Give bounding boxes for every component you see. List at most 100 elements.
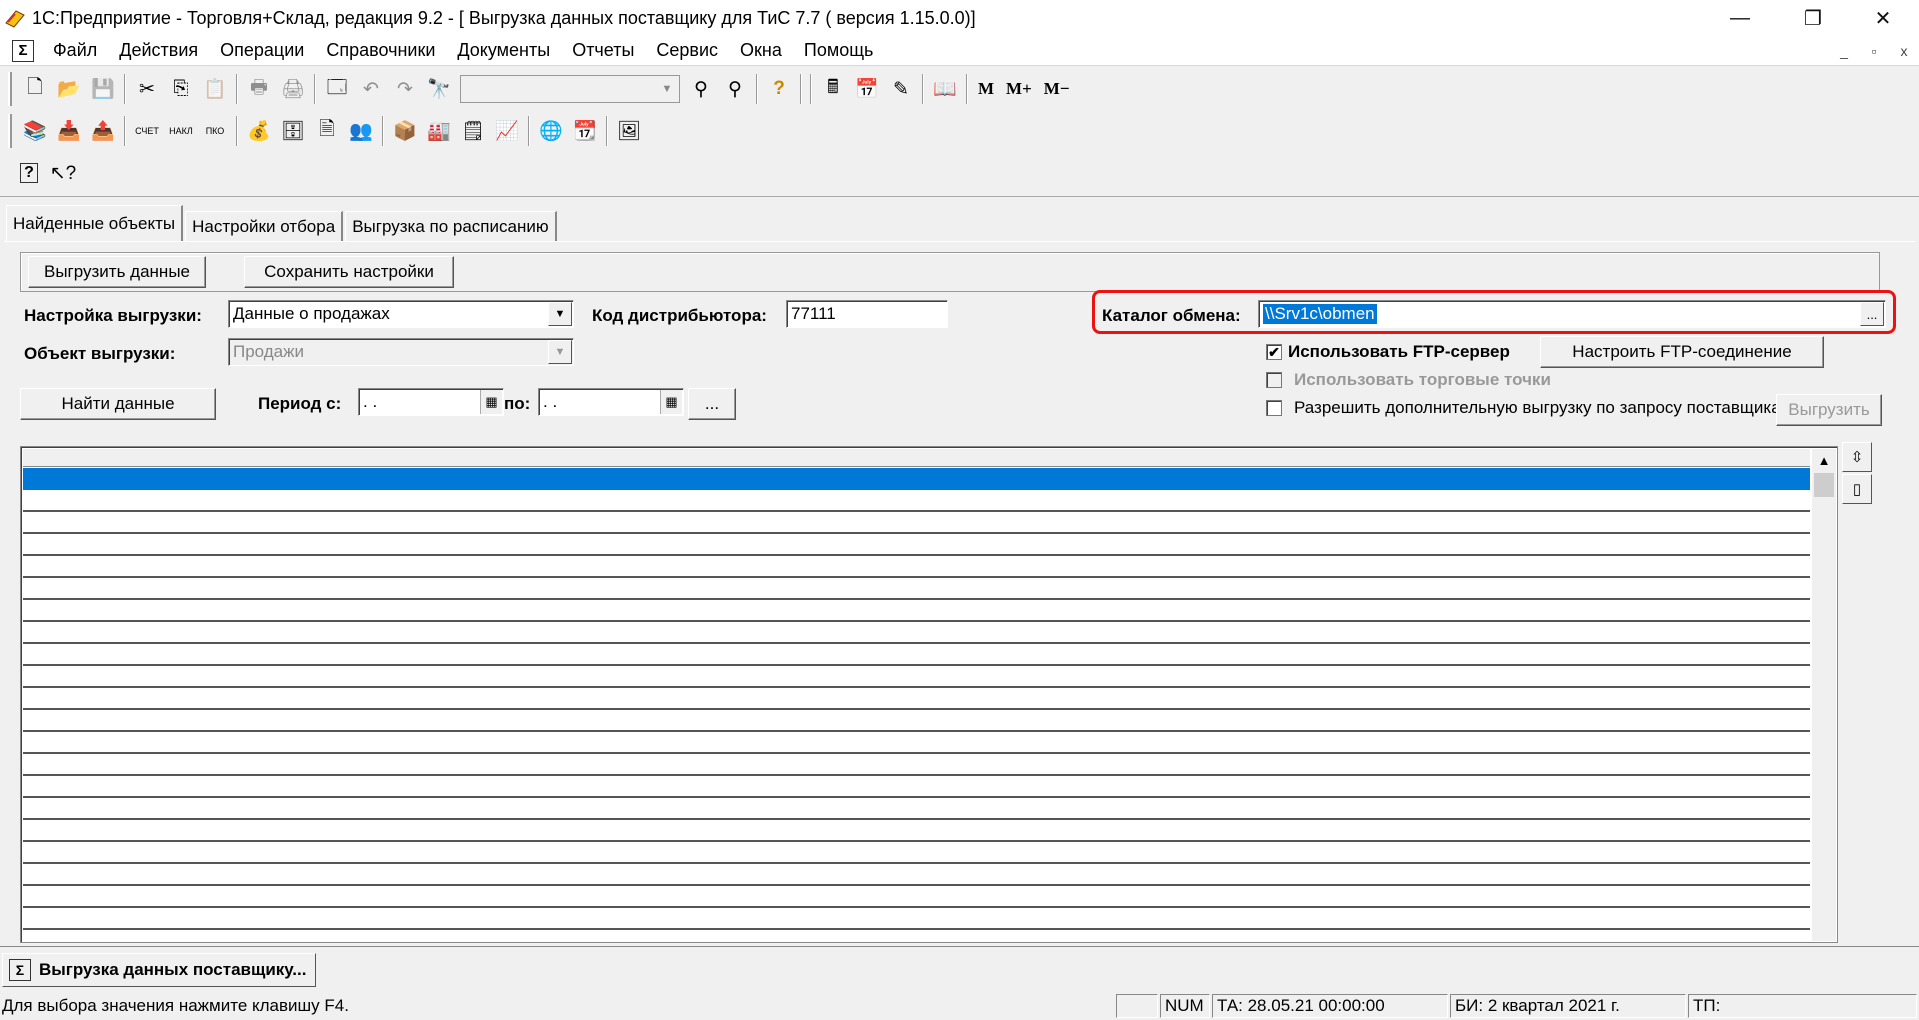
menu-help[interactable]: Помощь	[793, 40, 885, 61]
help-book-icon[interactable]: ?	[12, 156, 46, 190]
copy-icon[interactable]: ⎘	[164, 72, 198, 106]
redo-icon[interactable]: ↷	[388, 72, 422, 106]
table-row[interactable]	[23, 468, 1810, 490]
vertical-scrollbar[interactable]: ▲	[1812, 449, 1836, 941]
scroll-thumb[interactable]	[1814, 473, 1834, 497]
table-row[interactable]	[23, 798, 1810, 820]
search-combo[interactable]: ▼	[460, 75, 680, 103]
calendar-icon[interactable]: ▦	[480, 390, 502, 414]
export-object-select[interactable]: Продажи ▼	[228, 338, 574, 366]
table-row[interactable]	[23, 578, 1810, 600]
tab-found-objects[interactable]: Найденные объекты	[6, 205, 184, 241]
money-bag-icon[interactable]: 💰	[242, 114, 276, 148]
table-row[interactable]	[23, 864, 1810, 886]
help-question-icon[interactable]: ?	[762, 72, 796, 106]
menu-operations[interactable]: Операции	[209, 40, 315, 61]
chevron-down-icon[interactable]: ▼	[656, 77, 678, 101]
users-icon[interactable]: 👥	[344, 114, 378, 148]
table-row[interactable]	[23, 556, 1810, 578]
calendar-date-icon[interactable]: 📆	[568, 114, 602, 148]
export-icon[interactable]: 📤	[86, 114, 120, 148]
close-button[interactable]: ✕	[1848, 0, 1918, 36]
tab-scheduled-export[interactable]: Выгрузка по расписанию	[345, 211, 557, 241]
payment-order-icon[interactable]: ПКО	[198, 114, 232, 148]
found-objects-table[interactable]: ▲	[20, 446, 1838, 943]
image-settings-icon[interactable]: 🖼	[612, 114, 646, 148]
new-icon[interactable]: 🗋	[18, 72, 52, 106]
period-to-input[interactable]: . . ▦	[538, 388, 684, 416]
chart-icon[interactable]: 📈	[490, 114, 524, 148]
column-settings-icon[interactable]: ⇳	[1842, 442, 1872, 472]
cash-register-icon[interactable]: 🗄	[276, 114, 310, 148]
import-icon[interactable]: 📥	[52, 114, 86, 148]
table-row[interactable]	[23, 688, 1810, 710]
table-row[interactable]	[23, 666, 1810, 688]
books-icon[interactable]: 📚	[18, 114, 52, 148]
calendar-icon[interactable]: ▦	[660, 390, 682, 414]
table-row[interactable]	[23, 908, 1810, 930]
print-icon[interactable]: 🖶	[242, 72, 276, 106]
table-row[interactable]	[23, 534, 1810, 556]
distributor-code-input[interactable]: 77111	[786, 300, 948, 328]
table-row[interactable]	[23, 754, 1810, 776]
memory-button[interactable]: M	[972, 79, 1000, 99]
table-row[interactable]	[23, 886, 1810, 908]
restore-button[interactable]: ❐	[1778, 0, 1848, 36]
export-setting-select[interactable]: Данные о продажах ▼	[228, 300, 574, 328]
tab-filter-settings[interactable]: Настройки отбора	[185, 211, 344, 241]
save-icon[interactable]: 💾	[86, 72, 120, 106]
use-ftp-checkbox[interactable]: ✔	[1266, 344, 1282, 360]
period-from-input[interactable]: . . ▦	[358, 388, 504, 416]
paste-icon[interactable]: 📋	[198, 72, 232, 106]
toolbar-grip[interactable]	[8, 72, 12, 106]
find-data-button[interactable]: Найти данные	[20, 388, 216, 420]
report-icon[interactable]: 🗒	[456, 114, 490, 148]
mdi-close-button[interactable]: x	[1889, 43, 1919, 59]
chevron-down-icon[interactable]: ▼	[548, 340, 572, 364]
calculator-icon[interactable]: 🖩	[816, 72, 850, 106]
chevron-up-icon[interactable]: ▲	[1812, 449, 1836, 471]
menu-actions[interactable]: Действия	[108, 40, 209, 61]
goods-icon[interactable]: 📦	[388, 114, 422, 148]
chevron-down-icon[interactable]: ▼	[548, 302, 572, 326]
properties-icon[interactable]: 🗔	[320, 72, 354, 106]
stock-icon[interactable]: 🏭	[422, 114, 456, 148]
print-preview-icon[interactable]: 🖨	[276, 72, 310, 106]
extra-export-button[interactable]: Выгрузить	[1776, 394, 1882, 426]
export-data-button[interactable]: Выгрузить данные	[28, 256, 206, 288]
table-row[interactable]	[23, 512, 1810, 534]
save-settings-button[interactable]: Сохранить настройки	[244, 256, 454, 288]
table-row[interactable]	[23, 710, 1810, 732]
refresh-globe-icon[interactable]: 🌐	[534, 114, 568, 148]
table-row[interactable]	[23, 622, 1810, 644]
minimize-button[interactable]: —	[1705, 0, 1775, 36]
find-next-icon[interactable]: ⚲	[684, 72, 718, 106]
document-icon[interactable]: 🗎	[310, 114, 344, 148]
window-tab[interactable]: Σ Выгрузка данных поставщику...	[2, 953, 316, 987]
memory-plus-button[interactable]: M+	[1000, 79, 1038, 99]
table-row[interactable]	[23, 490, 1810, 512]
invoice-icon[interactable]: СЧЕТ	[130, 114, 164, 148]
period-select-button[interactable]: ...	[688, 388, 736, 420]
menu-service[interactable]: Сервис	[645, 40, 729, 61]
book-icon[interactable]: 📖	[928, 72, 962, 106]
use-outlets-checkbox[interactable]	[1266, 372, 1282, 388]
open-folder-icon[interactable]: 📂	[52, 72, 86, 106]
find-prev-icon[interactable]: ⚲	[718, 72, 752, 106]
table-row[interactable]	[23, 820, 1810, 842]
mdi-restore-button[interactable]: ▫	[1859, 43, 1889, 59]
document-system-menu-icon[interactable]: Σ	[12, 39, 34, 62]
exchange-dir-input[interactable]: \\Srv1c\obmen ...	[1258, 300, 1886, 328]
allow-extra-export-checkbox[interactable]	[1266, 400, 1282, 416]
journal-icon[interactable]: ✎	[884, 72, 918, 106]
split-view-icon[interactable]: ▯	[1842, 474, 1872, 504]
undo-icon[interactable]: ↶	[354, 72, 388, 106]
table-row[interactable]	[23, 842, 1810, 864]
table-row[interactable]	[23, 732, 1810, 754]
menu-file[interactable]: Файл	[42, 40, 108, 61]
menu-documents[interactable]: Документы	[446, 40, 561, 61]
table-row[interactable]	[23, 600, 1810, 622]
calendar-icon[interactable]: 📅	[850, 72, 884, 106]
menu-reports[interactable]: Отчеты	[561, 40, 645, 61]
cut-icon[interactable]: ✂	[130, 72, 164, 106]
